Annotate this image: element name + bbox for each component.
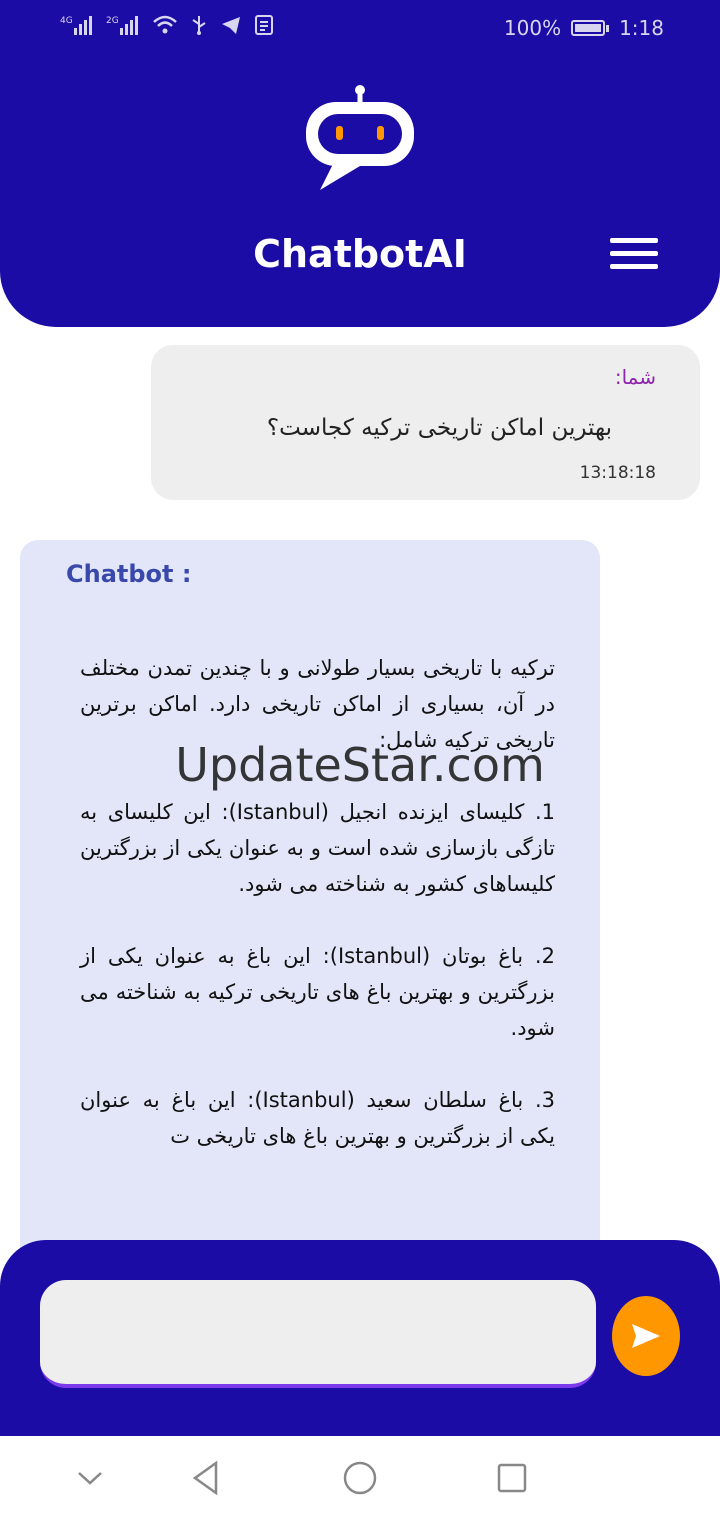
bot-message-bubble: Chatbot : ترکیه با تاریخی بسیار طولانی و… (20, 540, 600, 1260)
signal-4g-icon: 4G (60, 14, 94, 41)
user-message-label: شما: (614, 365, 656, 389)
system-nav-bar (0, 1436, 720, 1520)
bot-message-label: Chatbot : (66, 560, 192, 588)
message-input[interactable] (40, 1280, 596, 1388)
bot-message-text: ترکیه با تاریخی بسیار طولانی و با چندین … (80, 656, 556, 1148)
composer-bar (0, 1240, 720, 1436)
hamburger-menu-icon[interactable] (610, 238, 658, 270)
battery-icon (571, 20, 610, 36)
status-time: 1:18 (619, 16, 664, 40)
send-button[interactable] (612, 1296, 680, 1376)
wifi-icon (152, 14, 178, 41)
telegram-icon (220, 14, 242, 41)
user-message-bubble: شما: بهترین اماکن تاریخی ترکیه کجاست؟ 13… (151, 345, 700, 500)
nav-back-icon[interactable] (182, 1454, 230, 1502)
robot-chat-icon (300, 84, 420, 198)
user-message-text: بهترین اماکن تاریخی ترکیه کجاست؟ (266, 415, 612, 441)
nav-home-icon[interactable] (336, 1454, 384, 1502)
app-header: 4G 2G 100% 1:18 ChatbotAI (0, 0, 720, 327)
svg-text:2G: 2G (106, 16, 119, 26)
usb-icon (190, 14, 208, 41)
user-message-time: 13:18:18 (579, 463, 656, 483)
status-bar: 4G 2G 100% 1:18 (0, 0, 720, 62)
svg-text:4G: 4G (60, 16, 73, 26)
signal-2g-icon: 2G (106, 14, 140, 41)
send-icon (632, 1324, 660, 1348)
battery-percent: 100% (503, 16, 562, 40)
notes-icon (254, 14, 274, 41)
nav-collapse-icon[interactable] (66, 1454, 114, 1502)
nav-recents-icon[interactable] (488, 1454, 536, 1502)
